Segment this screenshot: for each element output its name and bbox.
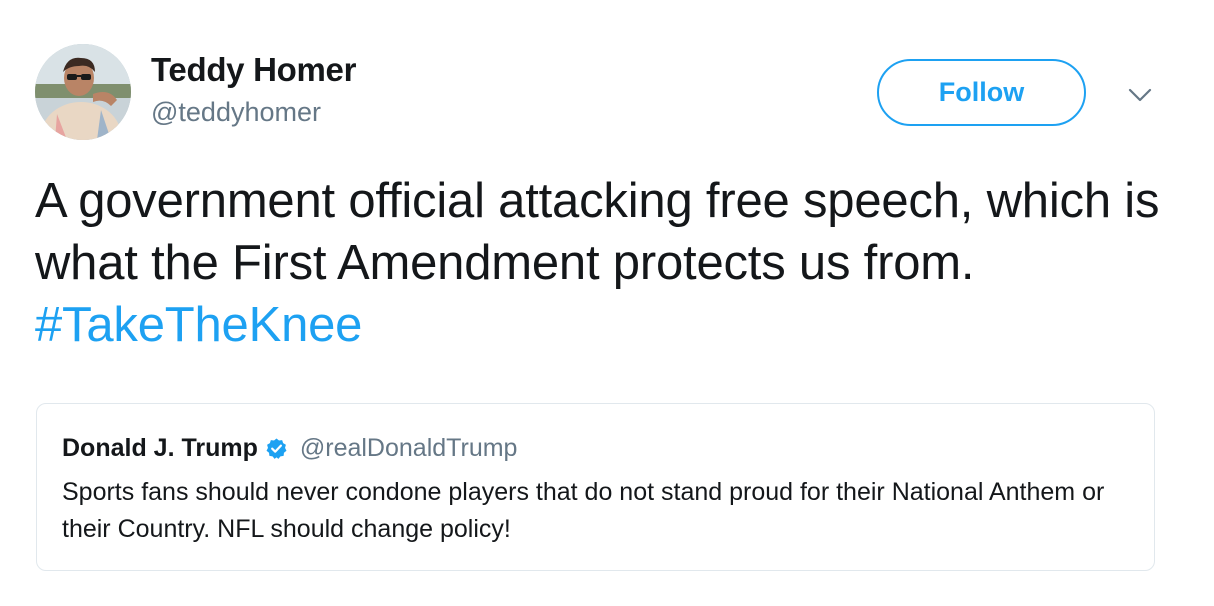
quoted-author-handle[interactable]: @realDonaldTrump [300, 434, 518, 463]
author-display-name[interactable]: Teddy Homer [151, 51, 356, 89]
author-handle[interactable]: @teddyhomer [151, 97, 321, 128]
quoted-tweet[interactable]: Donald J. Trump @realDonaldTrump Sports … [36, 403, 1155, 571]
tweet-card: Teddy Homer @teddyhomer Follow A governm… [0, 0, 1214, 606]
tweet-body: A government official attacking free spe… [35, 174, 1160, 290]
verified-badge-icon [265, 437, 288, 460]
hashtag-link[interactable]: #TakeTheKnee [35, 298, 362, 352]
tweet-text: A government official attacking free spe… [35, 170, 1185, 356]
quoted-author-name[interactable]: Donald J. Trump [62, 434, 258, 463]
quoted-tweet-text: Sports fans should never condone players… [62, 478, 1105, 543]
quoted-tweet-header: Donald J. Trump @realDonaldTrump [62, 434, 517, 463]
chevron-down-icon[interactable] [1125, 80, 1155, 110]
follow-button[interactable]: Follow [877, 59, 1086, 126]
avatar[interactable] [35, 44, 131, 140]
profile-photo-icon [35, 44, 131, 140]
